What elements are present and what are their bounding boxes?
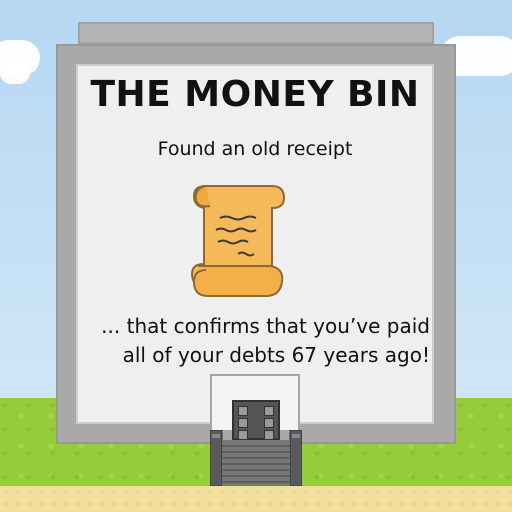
event-message: ... that confirms that you’ve paid all o… [80, 312, 430, 370]
door-pane [238, 406, 248, 416]
building-roof [78, 22, 434, 44]
door-pane [264, 418, 274, 428]
message-line-1: ... that confirms that you’ve paid [101, 314, 430, 338]
cloud-left-small [0, 62, 30, 84]
entrance-stairs [210, 430, 302, 486]
door-pane [238, 418, 248, 428]
event-subtitle: Found an old receipt [157, 138, 353, 160]
message-line-2: all of your debts 67 years ago! [122, 343, 430, 367]
door-pane [264, 406, 274, 416]
paper-scroll-icon [190, 185, 286, 297]
sand-path [0, 486, 512, 512]
game-title: THE MONEY BIN [90, 74, 420, 115]
